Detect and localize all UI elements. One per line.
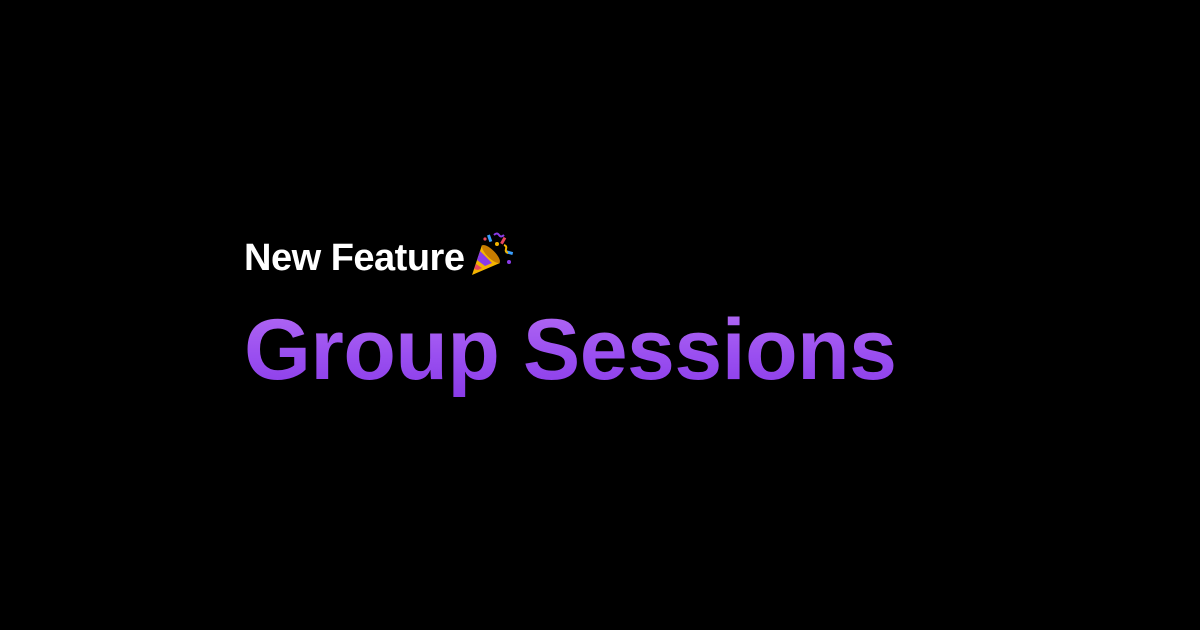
announcement-card: New Feature Group Sessions (0, 0, 1200, 630)
eyebrow-label: New Feature (244, 237, 465, 279)
headline: Group Sessions (244, 302, 1144, 398)
eyebrow: New Feature (244, 232, 1144, 284)
party-popper-icon (468, 231, 514, 277)
announcement-content: New Feature Group Sessions (244, 232, 1144, 398)
